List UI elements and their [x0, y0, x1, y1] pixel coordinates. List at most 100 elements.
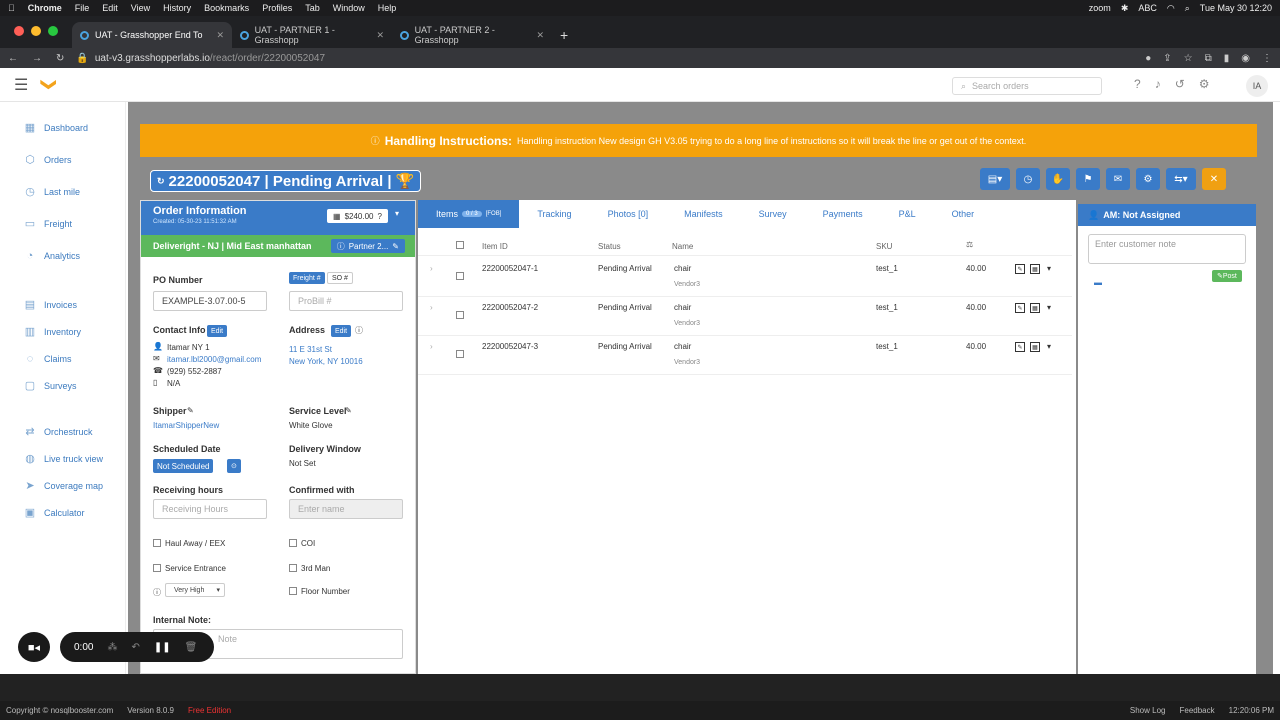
tab-survey[interactable]: Survey [741, 200, 805, 228]
menu-help[interactable]: Help [378, 3, 397, 13]
new-tab-button[interactable]: + [552, 22, 582, 48]
grasshopper-logo[interactable] [40, 79, 57, 90]
chevron-down-icon[interactable]: ▾ [1047, 264, 1051, 273]
edit-icon[interactable]: ✎ [1015, 264, 1025, 274]
sidepanel-icon[interactable]: ▮ [1224, 53, 1230, 64]
coi-checkbox[interactable] [289, 539, 297, 547]
history-icon[interactable]: ↺ [1175, 77, 1185, 91]
undo-icon[interactable]: ↶ [131, 642, 139, 653]
back-icon[interactable]: ← [8, 53, 18, 64]
edit-icon[interactable]: ✎ [1015, 342, 1025, 352]
input-source[interactable]: ABC [1138, 3, 1157, 13]
grid-icon[interactable]: ⁂ [107, 642, 117, 653]
apple-icon[interactable]:  [8, 3, 15, 13]
search-orders-input[interactable]: ⌕ Search orders [952, 77, 1102, 95]
third-man-checkbox[interactable] [289, 564, 297, 572]
sidebar-item-orchestruck[interactable]: ⇄ Orchestruck [24, 426, 92, 438]
settings-button[interactable]: ⚙ [1136, 168, 1160, 190]
menu-profiles[interactable]: Profiles [262, 3, 292, 13]
copyright-text[interactable]: Copyright © nosqlbooster.com [6, 706, 113, 715]
close-order-button[interactable]: ✕ [1202, 168, 1226, 190]
priority-select[interactable]: Very High ▾ [165, 583, 225, 597]
trash-icon[interactable]: 🗑 [185, 642, 198, 653]
hand-button[interactable]: ✋ [1046, 168, 1070, 190]
chevron-down-icon[interactable]: ▾ [1047, 342, 1051, 351]
edit-icon[interactable]: ✎ [187, 406, 194, 415]
reload-icon[interactable]: ↻ [56, 53, 64, 64]
floor-number-checkbox[interactable] [289, 587, 297, 595]
column-header[interactable]: Name [672, 242, 693, 251]
close-tab-icon[interactable]: ✕ [536, 30, 544, 41]
grid-icon[interactable]: ▦ [1030, 264, 1040, 274]
menu-history[interactable]: History [163, 3, 191, 13]
column-header[interactable]: SKU [876, 242, 892, 251]
clock-button[interactable]: ◷ [1016, 168, 1040, 190]
hamburger-menu-icon[interactable]: ☰ [14, 75, 28, 95]
browser-tab-3[interactable]: UAT - PARTNER 2 - Grasshopp ✕ [392, 22, 552, 48]
split-menu-button[interactable]: ⇆▾ [1166, 168, 1196, 190]
contact-edit-button[interactable]: Edit [207, 325, 228, 337]
tab-photos[interactable]: Photos [0] [590, 200, 667, 228]
bell-icon[interactable]: ♪ [1155, 77, 1161, 91]
haul-away-checkbox[interactable] [153, 539, 161, 547]
tab-payments[interactable]: Payments [805, 200, 881, 228]
wifi-icon[interactable]: ◠ [1167, 3, 1175, 14]
help-icon[interactable]: ? [1134, 77, 1141, 91]
sidebar-item-freight[interactable]: ▭ Freight [24, 218, 72, 230]
browser-tab-1[interactable]: UAT - Grasshopper End To ✕ [72, 22, 232, 48]
close-tab-icon[interactable]: ✕ [216, 30, 224, 41]
service-entrance-checkbox[interactable] [153, 564, 161, 572]
probill-input[interactable]: ProBill # [289, 291, 403, 311]
chevron-down-icon[interactable]: ▾ [395, 209, 399, 218]
menu-file[interactable]: File [75, 3, 90, 13]
sidebar-item-surveys[interactable]: ▢ Surveys [24, 380, 77, 392]
tab-manifests[interactable]: Manifests [666, 200, 741, 228]
select-all-checkbox[interactable] [456, 241, 464, 249]
freight-number-chip[interactable]: Freight # [289, 272, 325, 284]
confirmed-with-input[interactable]: Enter name [289, 499, 403, 519]
sidebar-item-last-mile[interactable]: ◷ Last mile [24, 186, 80, 198]
feedback-button[interactable]: Feedback [1179, 706, 1214, 715]
bookmark-star-icon[interactable]: ☆ [1184, 53, 1193, 64]
menu-window[interactable]: Window [333, 3, 365, 13]
sidebar-item-invoices[interactable]: ▤ Invoices [24, 299, 77, 311]
expand-icon[interactable]: › [430, 264, 433, 273]
table-row[interactable]: › 22200052047-1 Pending Arrival chair Ve… [418, 258, 1072, 297]
camera-icon[interactable]: ■◂ [18, 632, 50, 662]
edit-icon[interactable]: ✎ [345, 406, 352, 415]
search-icon[interactable]: ⌕ [1185, 3, 1190, 14]
tab-pnl[interactable]: P&L [881, 200, 934, 228]
sidebar-item-live-truck-view[interactable]: ◍ Live truck view [24, 453, 103, 465]
avatar[interactable]: IA [1246, 75, 1268, 97]
share-icon[interactable]: ⇪ [1163, 53, 1171, 64]
pause-icon[interactable]: ❚❚ [154, 642, 171, 653]
address-line2[interactable]: New York, NY 10016 [289, 357, 363, 366]
shipper-value[interactable]: ItamarShipperNew [153, 421, 219, 430]
browser-tab-2[interactable]: UAT - PARTNER 1 - Grasshopp ✕ [232, 22, 392, 48]
tab-items[interactable]: Items 0 / 3 [FOB] [418, 200, 520, 228]
document-menu-button[interactable]: ▤▾ [980, 168, 1010, 190]
flag-button[interactable]: ⚑ [1076, 168, 1100, 190]
menu-edit[interactable]: Edit [102, 3, 118, 13]
menu-view[interactable]: View [131, 3, 150, 13]
grid-icon[interactable]: ▦ [1030, 342, 1040, 352]
sidebar-item-orders[interactable]: ⬡ Orders [24, 154, 71, 166]
not-scheduled-button[interactable]: Not Scheduled [153, 459, 214, 473]
edit-icon[interactable]: ✎ [1015, 303, 1025, 313]
post-note-button[interactable]: ✎ Post [1212, 270, 1242, 282]
sidebar-item-calculator[interactable]: ▣ Calculator [24, 507, 85, 519]
bluetooth-icon[interactable]: ✱ [1121, 3, 1129, 14]
tab-other[interactable]: Other [934, 200, 993, 228]
minimize-window-button[interactable] [31, 26, 41, 36]
schedule-options-icon[interactable]: ⊙ [227, 459, 241, 473]
tab-tracking[interactable]: Tracking [519, 200, 589, 228]
profile-icon[interactable]: ◉ [1241, 53, 1250, 64]
column-header[interactable]: Item ID [482, 242, 508, 251]
partner-button[interactable]: ⓘ Partner 2... ✎ [330, 239, 405, 253]
chevron-down-icon[interactable]: ▾ [1047, 303, 1051, 312]
customer-note-input[interactable]: Enter customer note [1088, 234, 1246, 264]
sidebar-item-inventory[interactable]: ▥ Inventory [24, 326, 81, 338]
address-edit-button[interactable]: Edit [331, 325, 352, 337]
gear-icon[interactable]: ⚙ [1199, 77, 1210, 91]
grid-icon[interactable]: ▦ [1030, 303, 1040, 313]
